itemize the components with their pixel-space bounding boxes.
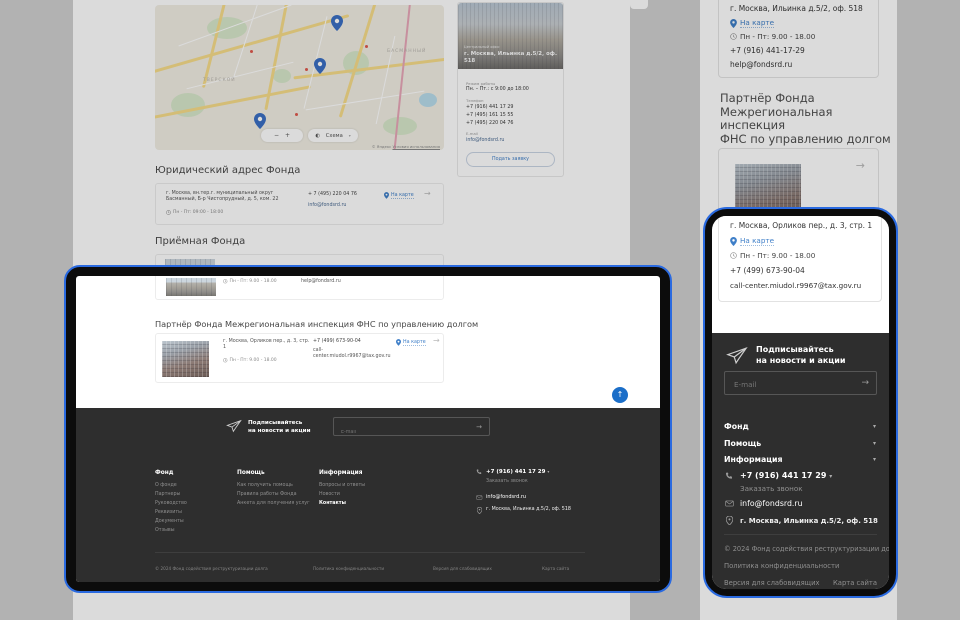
partner-heading: Партнёр Фонда Межрегиональная инспекция … xyxy=(155,319,478,329)
footer-link[interactable]: Партнеры xyxy=(155,492,180,497)
partner-photo xyxy=(162,341,209,377)
footer-link[interactable]: О фонде xyxy=(155,483,177,488)
callback-link[interactable]: Заказать звонок xyxy=(740,484,803,493)
partner-card: г. Москва, Орликов пер., д. 3, стр. 1 Пн… xyxy=(155,333,444,383)
on-map-label: На карте xyxy=(403,340,426,346)
footer-copyright: © 2024 Фонд содействия реструктуризации … xyxy=(724,545,889,553)
phone-footer: Подписывайтесь на новости и акции → Фонд… xyxy=(712,333,889,589)
footer-link[interactable]: Документы xyxy=(155,519,184,524)
pin-icon xyxy=(396,339,401,346)
partner-hours: Пн - Пт: 9.00 - 18.00 xyxy=(230,358,277,363)
footer-address: г. Москва, Ильинка д.5/2, оф. 518 xyxy=(486,507,571,512)
hours-row: Пн - Пт: 9.00 - 18.00 xyxy=(223,358,277,363)
footer-privacy-link[interactable]: Политика конфиденциальности xyxy=(724,562,839,570)
footer-link[interactable]: Реквизиты xyxy=(155,510,182,515)
accordion-help[interactable]: Помощь xyxy=(724,439,761,448)
footer-divider xyxy=(155,552,585,553)
chevron-down-icon[interactable]: ▾ xyxy=(873,423,876,430)
phone-screen: г. Москва, Орликов пер., д. 3, стр. 1 На… xyxy=(712,216,889,589)
clock-icon xyxy=(223,358,228,363)
accordion-info[interactable]: Информация xyxy=(724,455,782,464)
reception-photo xyxy=(166,278,216,296)
footer-sitemap-link[interactable]: Карта сайта xyxy=(542,566,569,571)
tablet-screen: Пн - Пт: 9.00 - 18.00 help@fondsrd.ru Па… xyxy=(76,276,660,582)
footer-accessibility-link[interactable]: Версия для слабовидящих xyxy=(433,566,492,571)
footer-link[interactable]: Правила работы Фонда xyxy=(237,492,297,497)
footer-col-title: Фонд xyxy=(155,470,173,476)
partner-phone[interactable]: +7 (499) 673-90-04 xyxy=(730,266,805,275)
paper-plane-icon xyxy=(226,419,242,433)
subscribe-title: Подписывайтесь на новости и акции xyxy=(248,420,311,435)
card-arrow[interactable]: → xyxy=(433,336,440,345)
footer-phone[interactable]: +7 (916) 441 17 29 ▾ xyxy=(486,469,549,475)
footer-col-title: Помощь xyxy=(237,470,265,476)
footer-link[interactable]: Отзывы xyxy=(155,528,175,533)
pin-icon xyxy=(730,237,737,246)
chevron-down-icon[interactable]: ▾ xyxy=(873,456,876,463)
footer-link[interactable]: Как получить помощь xyxy=(237,483,293,488)
footer-link-active[interactable]: Контакты xyxy=(319,501,346,506)
callback-link[interactable]: Заказать звонок xyxy=(486,479,528,484)
footer-email[interactable]: info@fondsrd.ru xyxy=(740,499,803,508)
footer-link[interactable]: Руководство xyxy=(155,501,187,506)
partner-email[interactable]: call-center.miudol.r9967@tax.gov.ru xyxy=(313,348,397,360)
partner-hours: Пн - Пт: 9.00 - 18.00 xyxy=(740,251,815,260)
arrow-up-icon: ↑ xyxy=(617,390,624,399)
partner-email[interactable]: call-center.miudol.r9967@tax.gov.ru xyxy=(730,281,861,290)
subscribe-submit-arrow[interactable]: → xyxy=(476,423,482,431)
partner-address: г. Москва, Орликов пер., д. 3, стр. 1 xyxy=(730,221,872,230)
envelope-icon xyxy=(725,500,734,507)
hours-row: Пн - Пт: 9.00 - 18.00 xyxy=(223,279,277,284)
footer-sitemap-link[interactable]: Карта сайта xyxy=(833,579,877,587)
footer-col-title: Информация xyxy=(319,470,362,476)
tablet-device-frame: Пн - Пт: 9.00 - 18.00 help@fondsrd.ru Па… xyxy=(64,265,672,593)
responsive-preview-stage: ТВЕРСКОЙ БАСМАННЫЙ − + ◐ Схема ▾ © Яндек… xyxy=(0,0,960,620)
phone-device-frame: г. Москва, Орликов пер., д. 3, стр. 1 На… xyxy=(703,207,898,598)
subscribe-email-input[interactable] xyxy=(725,374,876,396)
clock-icon xyxy=(730,252,737,259)
subscribe-input-wrap: → xyxy=(333,417,490,436)
footer-link[interactable]: Анкета для получения услуг xyxy=(237,501,310,506)
envelope-icon xyxy=(476,495,483,500)
partner-address: г. Москва, Орликов пер., д. 3, стр. 1 xyxy=(223,339,313,351)
hours-row: Пн - Пт: 9.00 - 18.00 xyxy=(730,251,815,260)
footer-divider xyxy=(724,534,877,535)
scroll-top-button[interactable]: ↑ xyxy=(612,387,628,403)
footer-phone[interactable]: +7 (916) 441 17 29 ▾ xyxy=(740,471,832,480)
accordion-fund[interactable]: Фонд xyxy=(724,422,749,431)
footer-accessibility-link[interactable]: Версия для слабовидящих xyxy=(724,579,820,587)
footer-link[interactable]: Новости xyxy=(319,492,340,497)
footer-privacy-link[interactable]: Политика конфиденциальности xyxy=(313,566,384,571)
footer-link[interactable]: Вопросы и ответы xyxy=(319,483,365,488)
phone-icon xyxy=(476,469,482,475)
pin-icon xyxy=(477,507,482,514)
phone-icon xyxy=(725,472,733,480)
subscribe-email-input[interactable] xyxy=(334,424,489,441)
footer-email[interactable]: info@fondsrd.ru xyxy=(486,494,526,500)
chevron-down-icon[interactable]: ▾ xyxy=(873,440,876,447)
footer-address: г. Москва, Ильинка д.5/2, оф. 518 xyxy=(740,517,878,525)
subscribe-title: Подписывайтесь на новости и акции xyxy=(756,344,845,366)
footer-copyright: © 2024 Фонд содействия реструктуризации … xyxy=(155,566,268,571)
on-map-label: На карте xyxy=(740,236,774,246)
chevron-down-icon: ▾ xyxy=(829,473,832,480)
pin-icon xyxy=(726,516,733,525)
reception-hours: Пн - Пт: 9.00 - 18.00 xyxy=(230,279,277,284)
tablet-footer: Подписывайтесь на новости и акции → Фонд… xyxy=(76,408,660,582)
paper-plane-icon xyxy=(726,346,748,365)
on-map-link[interactable]: На карте xyxy=(396,339,426,346)
on-map-link[interactable]: На карте xyxy=(730,236,774,246)
subscribe-submit-arrow[interactable]: → xyxy=(861,378,869,388)
reception-email[interactable]: help@fondsrd.ru xyxy=(301,279,341,284)
reception-card: Пн - Пт: 9.00 - 18.00 help@fondsrd.ru xyxy=(155,276,444,300)
partner-phone[interactable]: +7 (499) 673-90-04 xyxy=(313,339,361,345)
clock-icon xyxy=(223,279,228,284)
subscribe-input-wrap: → xyxy=(724,371,877,395)
chevron-down-icon: ▾ xyxy=(547,469,549,474)
